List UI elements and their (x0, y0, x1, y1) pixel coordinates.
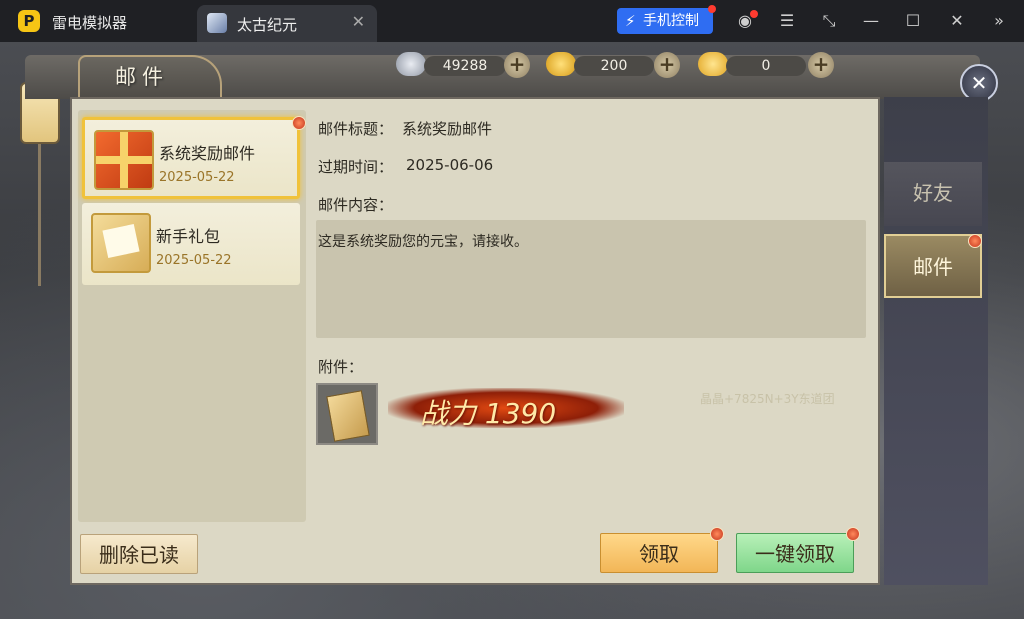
tab-friends[interactable]: 好友 (884, 162, 982, 226)
close-window-icon[interactable]: ✕ (946, 10, 968, 32)
close-tab-icon[interactable]: ✕ (352, 12, 365, 31)
mail-item-name: 系统奖励邮件 (159, 144, 256, 163)
scroll-card-icon (326, 390, 370, 442)
claim-all-button[interactable]: 一键领取 (736, 533, 854, 573)
expand-sidebar-icon[interactable]: » (988, 10, 1010, 32)
app-title: 雷电模拟器 (52, 14, 128, 32)
content-text: 这是系统奖励您的元宝，请接收。 (318, 234, 528, 250)
restore-window-icon[interactable]: ⤡ (818, 10, 840, 32)
game-tab-title: 太古纪元 (237, 16, 298, 34)
minimize-icon[interactable]: — (860, 10, 882, 32)
add-yuanbao-button[interactable]: + (808, 52, 834, 78)
phone-control-button[interactable]: ⚡ 手机控制 (617, 5, 716, 34)
claim-all-badge (846, 527, 860, 541)
game-tab-icon (207, 13, 227, 33)
emulator-title-bar: P 雷电模拟器 太古纪元 ✕ ⚡ 手机控制 ◉ ☰ ⤡ — ☐ ✕ » (0, 0, 1024, 42)
add-gold-button[interactable]: + (654, 52, 680, 78)
yuanbao-icon (698, 52, 728, 76)
subject-label: 邮件标题： (318, 120, 394, 138)
mail-list-item[interactable]: 新手礼包 2025-05-22 (82, 203, 300, 285)
tab-mail[interactable]: 邮件 (884, 234, 982, 298)
attachment-slot[interactable] (316, 383, 378, 445)
power-text: 战力 1390 (420, 397, 557, 430)
game-tab[interactable]: 太古纪元 ✕ (197, 5, 377, 42)
silver-amount: 49288 (424, 56, 506, 76)
expire-label: 过期时间： (318, 158, 394, 176)
phone-control-label: 手机控制 (643, 13, 699, 29)
window-title: 邮件 (115, 65, 169, 89)
subject-value: 系统奖励邮件 (402, 120, 493, 138)
unread-badge (292, 116, 306, 130)
faint-overlay-text: 晶晶+7825N+3Y东道团 (700, 392, 835, 406)
mail-list-item[interactable]: 系统奖励邮件 2025-05-22 (82, 117, 300, 199)
gold-ingot-icon (546, 52, 576, 76)
notification-dot (708, 5, 716, 13)
mail-tab-badge (968, 234, 982, 248)
envelope-icon (91, 213, 151, 273)
expire-value: 2025-06-06 (406, 156, 494, 174)
menu-icon[interactable]: ☰ (776, 10, 798, 32)
ldplayer-logo-icon: P (18, 10, 40, 32)
gold-amount: 200 (574, 56, 654, 76)
mail-item-date: 2025-05-22 (159, 170, 235, 185)
account-icon[interactable]: ◉ (734, 10, 758, 32)
attachment-label: 附件： (318, 358, 364, 376)
mail-item-name: 新手礼包 (156, 227, 221, 246)
claim-button[interactable]: 领取 (600, 533, 718, 573)
delete-read-button[interactable]: 删除已读 (80, 534, 198, 574)
claim-badge (710, 527, 724, 541)
silver-ingot-icon (396, 52, 426, 76)
maximize-icon[interactable]: ☐ (902, 10, 924, 32)
gift-box-icon (94, 130, 154, 190)
add-silver-button[interactable]: + (504, 52, 530, 78)
lightning-icon: ⚡ (625, 12, 636, 30)
yuanbao-amount: 0 (726, 56, 806, 76)
content-label: 邮件内容： (318, 196, 394, 214)
mail-item-date: 2025-05-22 (156, 253, 232, 268)
